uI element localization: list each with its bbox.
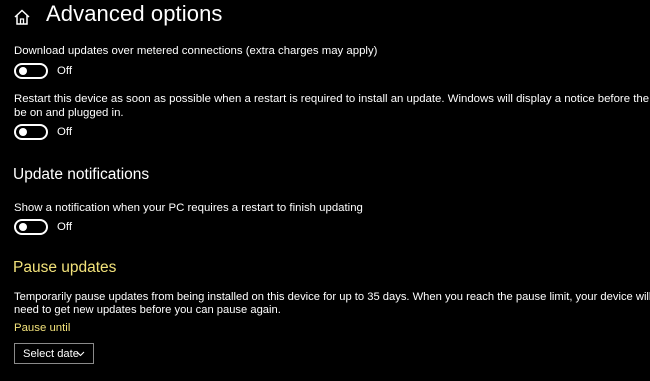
metered-toggle-row: Off [14,63,72,79]
restart-description: Restart this device as soon as possible … [14,93,650,105]
select-date-value: Select date [23,347,79,360]
home-icon[interactable] [13,8,31,26]
pause-updates-heading: Pause updates [13,259,117,276]
toggle-knob [19,67,27,75]
pause-until-label: Pause until [14,322,71,334]
pause-updates-description-line2: need to get new updates before you can p… [14,304,281,316]
metered-toggle[interactable] [14,63,48,79]
pause-until-select[interactable]: Select date [14,343,94,364]
page-title: Advanced options [46,1,223,26]
restart-toggle-state: Off [57,126,72,138]
update-notifications-heading: Update notifications [13,166,150,183]
notifications-toggle-row: Off [14,219,72,235]
metered-toggle-state: Off [57,65,72,77]
toggle-knob [19,128,27,136]
toggle-knob [19,223,27,231]
update-notifications-description: Show a notification when your PC require… [14,202,363,214]
restart-description-line2: be on and plugged in. [14,107,124,119]
chevron-down-icon [76,351,85,357]
notifications-toggle[interactable] [14,219,48,235]
advanced-options-page: Advanced options Download updates over m… [0,0,650,381]
restart-toggle[interactable] [14,124,48,140]
notifications-toggle-state: Off [57,221,72,233]
restart-toggle-row: Off [14,124,72,140]
metered-description: Download updates over metered connection… [14,45,378,57]
